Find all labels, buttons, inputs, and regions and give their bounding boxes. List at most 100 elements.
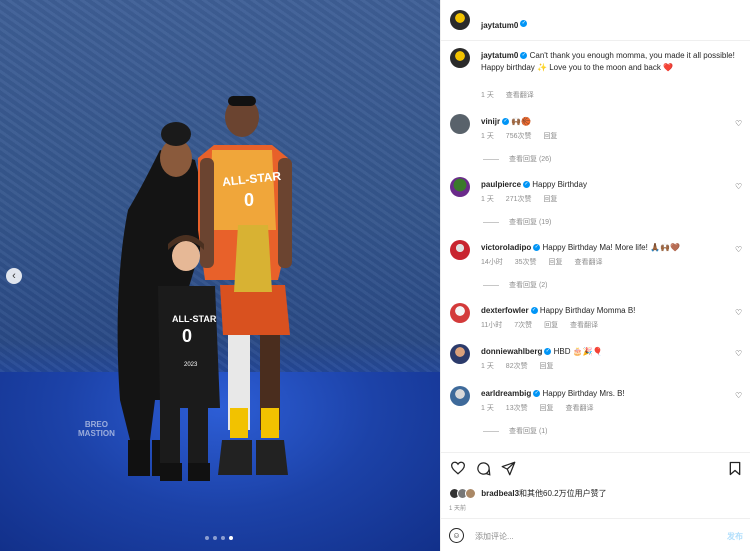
comment-meta: 14小时 35次赞 回复 查看翻译 xyxy=(481,257,612,267)
commenter-name[interactable]: paulpierce xyxy=(481,180,521,189)
add-comment-input[interactable]: 添加评论... xyxy=(475,531,514,542)
reply-button[interactable]: 回复 xyxy=(540,363,554,370)
comment-likes[interactable]: 271次赞 xyxy=(506,196,532,203)
comment-text: paulpierce ✓ Happy Birthday xyxy=(481,179,587,191)
divider xyxy=(483,284,499,286)
view-replies-button[interactable]: 查看回复 (26) xyxy=(483,154,551,164)
likes-count-text[interactable]: 和其他60.2万位用户赞了 xyxy=(519,489,607,498)
action-bar xyxy=(441,452,750,483)
comment-text: vinijr ✓ 🙌🏾🏀 xyxy=(481,116,531,128)
comment-meta: 11小时 7次赞 回复 查看翻译 xyxy=(481,320,608,330)
commenter-avatar[interactable] xyxy=(450,240,470,260)
kid-jersey-year: 2023 xyxy=(184,362,198,368)
verified-icon: ✓ xyxy=(520,52,528,60)
comment-meta: 1 天 271次赞 回复 xyxy=(481,194,567,204)
author-name[interactable]: jaytatum0 xyxy=(481,21,518,30)
comment-time: 14小时 xyxy=(481,259,503,266)
watermark-line1: BREO xyxy=(84,420,108,429)
comment-meta: 1 天 13次赞 回复 查看翻译 xyxy=(481,403,604,413)
verified-icon: ✓ xyxy=(520,20,528,28)
reply-button[interactable]: 回复 xyxy=(544,322,558,329)
bookmark-icon[interactable] xyxy=(729,461,741,476)
people-illustration xyxy=(117,96,292,481)
comment-text: donniewahlberg ✓ HBD 🎂🎉🎈 xyxy=(481,346,603,358)
liker-name[interactable]: bradbeal3 xyxy=(481,489,519,498)
divider xyxy=(483,221,499,223)
divider xyxy=(483,158,499,160)
comment-like-heart-icon[interactable]: ♡ xyxy=(735,246,743,254)
comment-text: dexterfowler ✓ Happy Birthday Momma B! xyxy=(481,305,635,317)
carousel-dots xyxy=(205,536,233,540)
comment-text: earldreambig ✓ Happy Birthday Mrs. B! xyxy=(481,388,625,400)
previous-image-button[interactable]: ‹ xyxy=(6,268,22,284)
likes-summary[interactable]: bradbeal3和其他60.2万位用户赞了 xyxy=(449,488,607,500)
view-replies-button[interactable]: 查看回复 (19) xyxy=(483,217,551,227)
comment-time: 1 天 xyxy=(481,196,494,203)
reply-button[interactable]: 回复 xyxy=(540,405,554,412)
comment-translate[interactable]: 查看翻译 xyxy=(574,259,602,266)
heart-icon[interactable] xyxy=(450,461,466,475)
reply-button[interactable]: 回复 xyxy=(543,133,557,140)
comment-body: Happy Birthday xyxy=(532,180,587,189)
caption-time: 1 天 xyxy=(481,92,494,99)
commenter-avatar[interactable] xyxy=(450,303,470,323)
kid-jersey-text: ALL-STAR xyxy=(172,314,217,324)
comment-time: 1 天 xyxy=(481,405,494,412)
commenter-name[interactable]: donniewahlberg xyxy=(481,347,542,356)
view-replies-label: 查看回复 (19) xyxy=(509,219,552,226)
caption-line1: Can't thank you enough momma, you made i… xyxy=(529,51,735,60)
carousel-dot xyxy=(213,536,217,540)
commenter-avatar[interactable] xyxy=(450,177,470,197)
caption-translate[interactable]: 查看翻译 xyxy=(506,92,534,99)
caption-line2: Happy birthday ✨ Love you to the moon an… xyxy=(481,63,674,72)
comment-like-heart-icon[interactable]: ♡ xyxy=(735,309,743,317)
view-replies-label: 查看回复 (26) xyxy=(509,156,552,163)
comment-likes[interactable]: 82次赞 xyxy=(506,363,528,370)
verified-icon: ✓ xyxy=(530,307,538,315)
reply-button[interactable]: 回复 xyxy=(543,196,557,203)
share-icon[interactable] xyxy=(501,461,516,476)
comment-like-heart-icon[interactable]: ♡ xyxy=(735,392,743,400)
commenter-name[interactable]: earldreambig xyxy=(481,389,531,398)
emoji-icon[interactable]: ☺ xyxy=(449,528,464,543)
author-name-row: jaytatum0 ✓ xyxy=(481,15,528,33)
liker-avatar xyxy=(465,488,476,500)
comment-translate[interactable]: 查看翻译 xyxy=(570,322,598,329)
kid-jersey-number: 0 xyxy=(182,326,193,346)
author-avatar[interactable] xyxy=(450,10,470,30)
commenter-avatar[interactable] xyxy=(450,344,470,364)
carousel-dot xyxy=(221,536,225,540)
commenter-avatar[interactable] xyxy=(450,114,470,134)
carousel-dot xyxy=(205,536,209,540)
caption-meta: 1 天 查看翻译 xyxy=(481,90,544,100)
commenter-name[interactable]: dexterfowler xyxy=(481,306,529,315)
reply-button[interactable]: 回复 xyxy=(549,259,563,266)
comment-likes[interactable]: 35次赞 xyxy=(515,259,537,266)
comment-like-heart-icon[interactable]: ♡ xyxy=(735,350,743,358)
view-replies-button[interactable]: 查看回复 (1) xyxy=(483,426,548,436)
post-image[interactable]: ALL-STAR 0 ALL-STAR 0 2023 BREO MASTION … xyxy=(0,0,440,551)
view-replies-label: 查看回复 (2) xyxy=(509,282,548,289)
post-date: 1 天前 xyxy=(449,506,467,512)
commenter-avatar[interactable] xyxy=(450,386,470,406)
jersey-number: 0 xyxy=(244,190,255,210)
post-comment-button[interactable]: 发布 xyxy=(727,531,743,542)
comment-like-heart-icon[interactable]: ♡ xyxy=(735,120,743,128)
commenter-name[interactable]: vinijr xyxy=(481,117,500,126)
comment-likes[interactable]: 13次赞 xyxy=(506,405,528,412)
caption-author[interactable]: jaytatum0 xyxy=(481,51,518,60)
view-replies-button[interactable]: 查看回复 (2) xyxy=(483,280,548,290)
comment-likes[interactable]: 756次赞 xyxy=(506,133,532,140)
comment-translate[interactable]: 查看翻译 xyxy=(566,405,594,412)
comment-likes[interactable]: 7次赞 xyxy=(514,322,532,329)
add-comment-bar: ☺ 添加评论... 发布 xyxy=(441,518,750,552)
view-replies-label: 查看回复 (1) xyxy=(509,428,548,435)
comment-icon[interactable] xyxy=(476,461,491,476)
divider xyxy=(483,430,499,432)
commenter-name[interactable]: victoroladipo xyxy=(481,243,531,252)
verified-icon: ✓ xyxy=(533,244,541,252)
caption-text: jaytatum0 ✓ Can't thank you enough momma,… xyxy=(481,50,736,74)
comment-like-heart-icon[interactable]: ♡ xyxy=(735,183,743,191)
comment-text: victoroladipo ✓ Happy Birthday Ma! More l… xyxy=(481,242,680,254)
author-avatar[interactable] xyxy=(450,48,470,68)
